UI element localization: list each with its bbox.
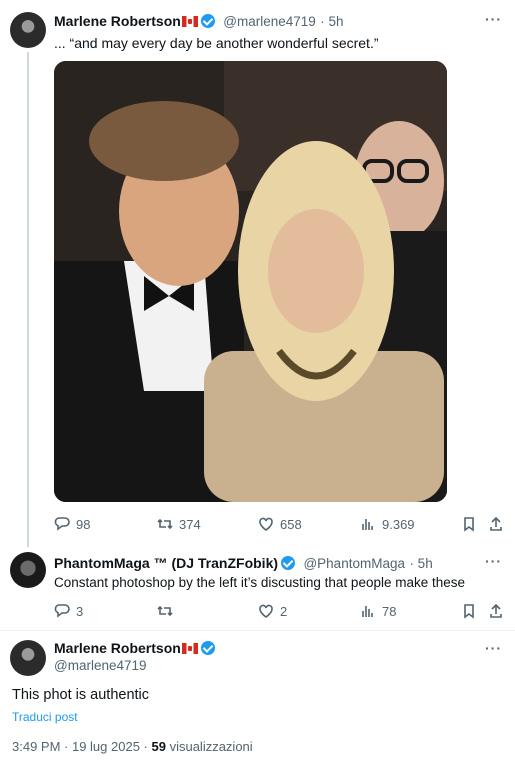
bookmark-button[interactable] [461,603,477,619]
bookmark-button[interactable] [461,516,477,532]
views-count: 9.369 [382,516,415,532]
avatar[interactable] [10,552,46,588]
share-button[interactable] [488,603,504,619]
more-icon[interactable]: ··· [485,640,502,656]
tweet-actions: 3 2 78 [54,602,506,620]
tweet-header: Marlene Robertson @marlene4719 · 5h [54,13,344,31]
tweet-text: Constant photoshop by the left it’s disc… [54,575,466,590]
share-icon [490,603,502,618]
heart-icon [259,517,273,531]
verified-badge-icon [200,641,215,655]
tweet-text: This phot is authentic [12,687,150,703]
divider [0,630,515,631]
tweet-header: Marlene Robertson [54,640,215,658]
translate-link[interactable]: Traduci post [12,710,78,724]
reply-count: 3 [76,603,84,619]
reply-button[interactable]: 3 [54,603,83,619]
views-count: 78 [382,603,397,619]
thread-line [27,52,29,547]
author-handle[interactable]: @PhantomMaga [303,556,405,571]
verified-badge-icon [200,14,215,28]
post-time[interactable]: · 5h [409,556,432,571]
author-handle[interactable]: @marlene4719 [223,14,316,29]
views-label: visualizzazioni [169,739,253,754]
retweet-icon [157,605,173,617]
views-count: 59 [151,739,166,754]
avatar[interactable] [10,640,46,676]
retweet-count: 374 [179,516,201,532]
bookmark-icon [464,604,474,619]
tweet-text: ... “and may every day be another wonder… [54,35,379,51]
author-name[interactable]: PhantomMaga ™ (DJ TranZFobik) [54,555,278,571]
reply-button[interactable]: 98 [54,516,90,532]
more-icon[interactable]: ··· [485,11,502,27]
tweet-header: PhantomMaga ™ (DJ TranZFobik) @PhantomMa… [54,555,433,573]
photo-illustration [54,61,447,502]
post-timestamp[interactable]: 3:49 PM · 19 lug 2025 · [12,739,151,754]
like-button[interactable]: 658 [258,516,302,532]
views-button[interactable]: 9.369 [360,516,415,532]
post-meta: 3:49 PM · 19 lug 2025 · 59 visualizzazio… [12,739,253,754]
canada-flag-icon [181,16,198,27]
reply-icon [54,604,70,618]
post-time[interactable]: · 5h [320,14,343,29]
share-icon [490,516,502,531]
retweet-icon [157,518,173,530]
share-button[interactable] [488,516,504,532]
views-icon [362,519,373,530]
author-handle[interactable]: @marlene4719 [54,658,147,673]
tweet-actions: 98 374 658 9.369 [54,515,506,533]
canada-flag-icon [181,643,198,654]
bookmark-icon [464,517,474,532]
avatar[interactable] [10,12,46,48]
like-count: 658 [280,516,302,532]
more-icon[interactable]: ··· [485,553,502,569]
heart-icon [259,604,273,618]
reply-count: 98 [76,516,91,532]
views-icon [362,606,373,617]
tweet-photo[interactable] [54,61,447,502]
like-count: 2 [280,603,288,619]
like-button[interactable]: 2 [258,603,287,619]
verified-badge-icon [281,556,296,570]
reply-icon [54,517,70,531]
author-name[interactable]: Marlene Robertson [54,13,181,29]
author-name[interactable]: Marlene Robertson [54,640,181,656]
retweet-button[interactable]: 374 [157,516,201,532]
views-button[interactable]: 78 [360,603,396,619]
retweet-button[interactable] [157,603,179,619]
